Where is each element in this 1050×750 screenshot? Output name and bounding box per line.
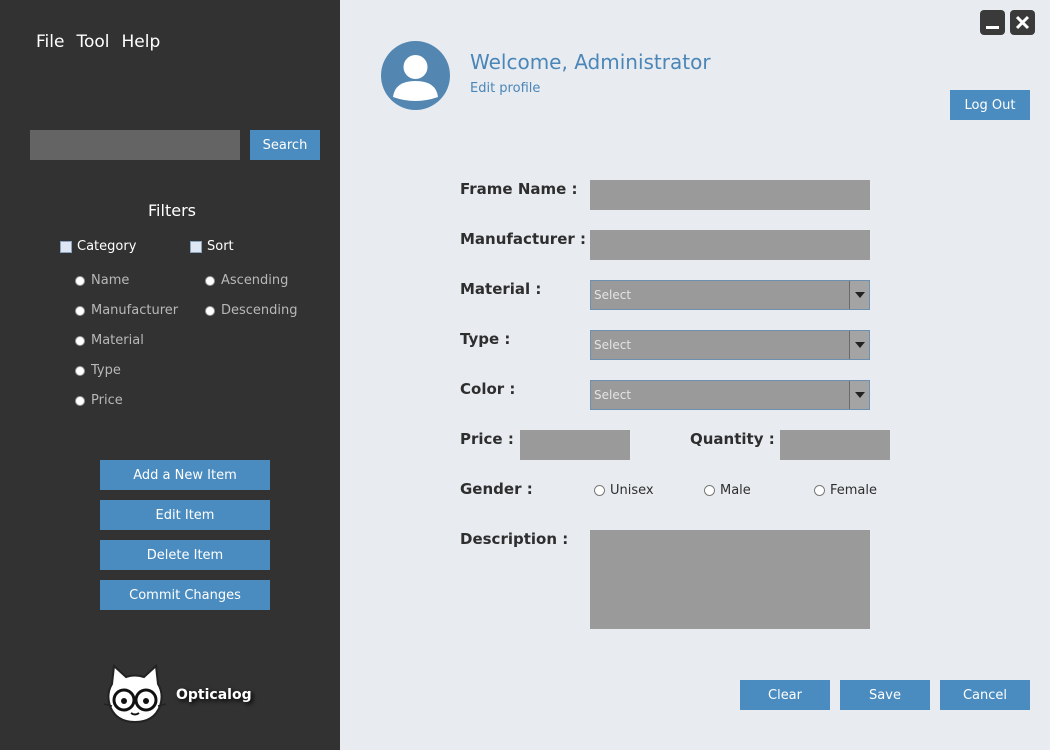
search-button[interactable]: Search <box>250 130 320 160</box>
radio-dot[interactable] <box>205 305 215 316</box>
material-select[interactable]: Select <box>590 280 870 310</box>
chevron-down-icon <box>854 342 865 348</box>
logout-button[interactable]: Log Out <box>950 90 1030 120</box>
radio-dot[interactable] <box>75 395 85 406</box>
radio-label: Male <box>720 483 751 498</box>
edit-profile-link[interactable]: Edit profile <box>470 81 540 96</box>
radio-dot[interactable] <box>75 275 85 286</box>
type-select[interactable]: Select <box>590 330 870 360</box>
type-label: Type : <box>460 330 511 348</box>
material-label: Material : <box>460 280 542 298</box>
checkbox-box[interactable] <box>60 240 72 253</box>
user-icon <box>393 55 438 101</box>
save-button[interactable]: Save <box>840 680 930 710</box>
manufacturer-input[interactable] <box>590 230 870 260</box>
frame-name-input[interactable] <box>590 180 870 210</box>
sort-label: Sort <box>207 239 234 254</box>
color-select-value: Select <box>594 388 632 402</box>
radio-label: Female <box>830 483 878 498</box>
radio-label: Descending <box>221 303 298 318</box>
manufacturer-label: Manufacturer : <box>460 230 586 248</box>
search-input[interactable] <box>30 130 240 160</box>
gender-label: Gender : <box>460 480 533 498</box>
radio-label: Ascending <box>221 273 289 288</box>
radio-label: Price <box>91 393 123 408</box>
filter-name-radio[interactable]: Name <box>75 273 129 288</box>
clear-button[interactable]: Clear <box>740 680 830 710</box>
color-select[interactable]: Select <box>590 380 870 410</box>
gender-unisex-radio[interactable]: Unisex <box>594 483 654 498</box>
filters-title: Filters <box>148 201 196 220</box>
sort-descending-radio[interactable]: Descending <box>205 303 298 318</box>
welcome-heading: Welcome, Administrator <box>470 50 711 74</box>
radio-dot[interactable] <box>75 365 85 376</box>
add-item-button[interactable]: Add a New Item <box>100 460 270 490</box>
gender-female-radio[interactable]: Female <box>814 483 877 498</box>
sidebar: File Tool Help Search Filters Category S… <box>0 0 340 750</box>
menu-tool[interactable]: Tool <box>76 32 109 52</box>
radio-label: Name <box>91 273 130 288</box>
menu-bar: File Tool Help <box>36 32 160 52</box>
minimize-icon <box>986 26 999 29</box>
commit-changes-button[interactable]: Commit Changes <box>100 580 270 610</box>
delete-item-button[interactable]: Delete Item <box>100 540 270 570</box>
chevron-down-icon <box>854 292 865 298</box>
sort-checkbox[interactable]: Sort <box>190 239 234 254</box>
filter-material-radio[interactable]: Material <box>75 333 144 348</box>
radio-dot[interactable] <box>594 485 605 496</box>
filter-manufacturer-radio[interactable]: Manufacturer <box>75 303 178 318</box>
category-label: Category <box>77 239 137 254</box>
chevron-down-icon <box>854 392 865 398</box>
menu-file[interactable]: File <box>36 32 64 52</box>
brand-logo: Opticalog <box>102 664 252 726</box>
radio-dot[interactable] <box>205 275 215 286</box>
price-input[interactable] <box>520 430 630 460</box>
radio-label: Manufacturer <box>91 303 179 318</box>
dropdown-arrow[interactable] <box>849 381 869 409</box>
dropdown-arrow[interactable] <box>849 331 869 359</box>
radio-dot[interactable] <box>75 335 85 346</box>
description-textarea[interactable] <box>590 530 870 629</box>
radio-dot[interactable] <box>814 485 825 496</box>
menu-help[interactable]: Help <box>121 32 160 52</box>
cat-glasses-icon <box>103 664 167 724</box>
frame-name-label: Frame Name : <box>460 180 578 198</box>
close-icon <box>1015 15 1030 30</box>
gender-male-radio[interactable]: Male <box>704 483 751 498</box>
cancel-button[interactable]: Cancel <box>940 680 1030 710</box>
sort-ascending-radio[interactable]: Ascending <box>205 273 288 288</box>
radio-dot[interactable] <box>75 305 85 316</box>
color-label: Color : <box>460 380 516 398</box>
minimize-button[interactable] <box>980 10 1005 35</box>
quantity-label: Quantity : <box>690 430 775 448</box>
avatar <box>381 41 450 110</box>
close-button[interactable] <box>1010 10 1035 35</box>
checkbox-box[interactable] <box>190 240 202 253</box>
quantity-input[interactable] <box>780 430 890 460</box>
radio-label: Unisex <box>610 483 654 498</box>
radio-label: Type <box>91 363 121 378</box>
price-label: Price : <box>460 430 514 448</box>
type-select-value: Select <box>594 338 632 352</box>
filter-type-radio[interactable]: Type <box>75 363 121 378</box>
radio-label: Material <box>91 333 144 348</box>
edit-item-button[interactable]: Edit Item <box>100 500 270 530</box>
material-select-value: Select <box>594 288 632 302</box>
brand-name: Opticalog <box>176 687 252 703</box>
radio-dot[interactable] <box>704 485 715 496</box>
filter-price-radio[interactable]: Price <box>75 393 123 408</box>
category-checkbox[interactable]: Category <box>60 239 136 254</box>
dropdown-arrow[interactable] <box>849 281 869 309</box>
description-label: Description : <box>460 530 569 548</box>
